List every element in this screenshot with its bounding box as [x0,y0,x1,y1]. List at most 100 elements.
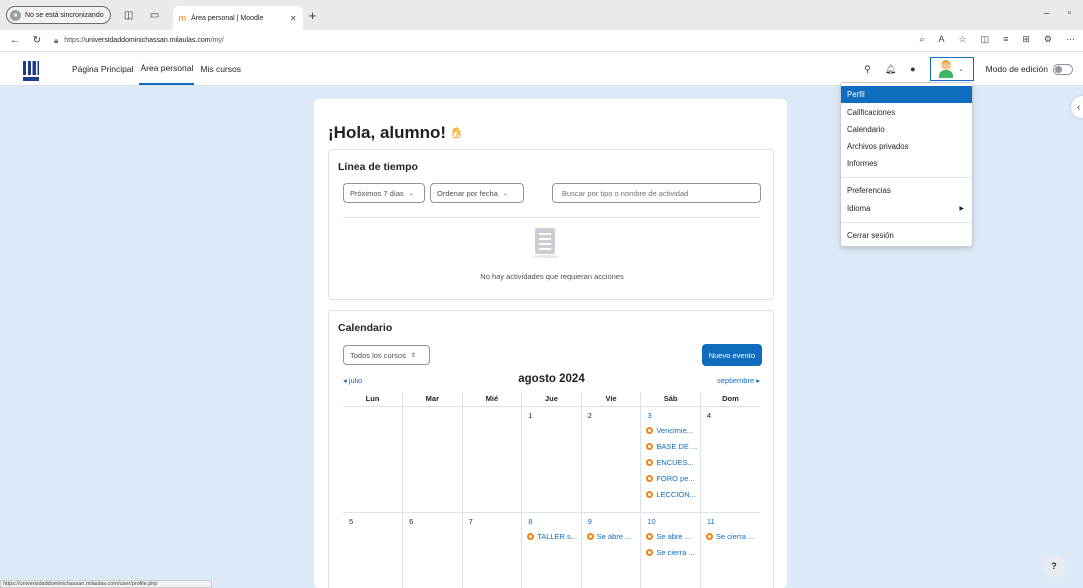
menu-item-profile[interactable]: Perfil [841,86,972,103]
minimize-icon[interactable]: – [1044,8,1050,19]
menu-item-private-files[interactable]: Archivos privados [841,138,972,155]
favorite-star-icon[interactable]: ☆ [959,34,967,45]
weekday-header: Mar [402,392,463,407]
collections-icon[interactable]: ⊞ [1022,34,1030,45]
chevron-down-icon: ⌄ [958,66,965,73]
timeline-sort-select[interactable]: Ordenar por fecha ⌄ [430,183,524,203]
calendar-day[interactable]: 10 Se abre ... Se cierra ... [640,511,701,588]
event-dot-icon [705,533,713,540]
search-icon[interactable]: ⚲ [864,64,871,75]
close-tab-icon[interactable]: ✕ [290,14,297,23]
next-month-link[interactable]: septiembre ▸ [717,376,760,385]
nav-my-courses[interactable]: Mis cursos [199,52,242,85]
calendar-day[interactable]: 3 Vencimie... BASE DE ... ENCUES... FORO… [640,405,701,513]
open-block-drawer-icon[interactable]: ‹ [1071,96,1083,118]
menu-item-reports[interactable]: Informes [841,155,972,172]
calendar-day[interactable]: 6 [402,511,463,588]
chevron-updown-icon: ⇕ [410,352,416,359]
event-dot-icon [646,459,654,466]
back-icon[interactable]: ← [8,35,22,46]
no-activities-icon [533,228,559,258]
calendar-event[interactable]: Se abre ... [586,529,641,545]
navbar-user-area: ⚲ 🔔︎ ● ⌄ Modo de edición [864,52,1073,86]
chevron-down-icon: ⌄ [502,190,508,197]
lock-icon[interactable]: 🔒︎ [54,36,58,46]
day-number: 2 [587,410,592,420]
edit-mode-toggle[interactable]: Modo de edición [986,63,1073,75]
new-tab-button[interactable]: + [309,8,317,23]
day-number-link[interactable]: 11 [707,517,760,526]
menu-divider [841,222,972,223]
workspaces-icon[interactable]: ◫ [121,7,137,23]
extensions-icon[interactable]: ⚙ [1044,34,1052,45]
day-number-link[interactable]: 9 [588,517,641,526]
menu-item-calendar[interactable]: Calendario [841,121,972,138]
split-screen-icon[interactable]: ◫ [981,34,990,45]
calendar-event[interactable]: TALLER s... [527,529,581,545]
event-label: Se cierra ... [715,532,755,541]
user-menu-toggle[interactable]: ⌄ [929,57,974,81]
calendar-day[interactable]: 11 Se cierra ... [699,511,760,588]
primary-navigation: Página Principal Área personal Mis curso… [71,52,242,85]
calendar-event[interactable]: Se cierra ... [646,545,700,561]
timeline-search-input[interactable]: Buscar por tipo o nombre de actividad [552,183,761,203]
menu-item-grades[interactable]: Calificaciones [841,104,972,121]
calendar-event[interactable]: Se abre ... [646,529,700,545]
favorites-list-icon[interactable]: ≡ [1003,34,1008,45]
main-content-card: ¡Hola, alumno! ✋︎ Línea de tiempo Próximo… [314,99,787,588]
url-path: /my/ [210,37,224,44]
help-button[interactable]: ? [1043,555,1065,577]
calendar-day[interactable]: 8 TALLER s... [521,511,582,588]
calendar-day[interactable]: 2 [580,405,642,513]
timeline-range-select[interactable]: Próximos 7 días ⌄ [343,183,425,203]
browser-tab-active[interactable]: m Área personal | Moodle ✕ [172,6,303,30]
menu-divider [841,177,972,178]
calendar-event[interactable]: BASE DE ... [646,439,700,455]
more-icon[interactable]: ⋯ [1066,34,1075,45]
messages-icon[interactable]: ● [910,64,915,74]
day-number: 7 [468,516,473,526]
sync-status-button[interactable]: ● No se está sincronizando [6,6,111,24]
menu-item-language[interactable]: Idioma ▶ [841,200,972,217]
calendar-day[interactable]: 7 [461,511,523,588]
sync-status-label: No se está sincronizando [25,11,104,19]
event-dot-icon [646,533,654,540]
url-field[interactable]: 🔒︎ https://universidaddominichassan.mila… [54,36,224,46]
calendar-event[interactable]: FORO pe... [646,471,700,487]
event-label: LECCIÓN... [656,490,696,499]
restore-icon[interactable]: ▫ [1067,8,1071,19]
browser-status-url: https://universidaddominichassan.milaula… [0,580,212,588]
tab-actions-icon[interactable]: ▭ [147,7,163,23]
new-event-button[interactable]: Nuevo evento [701,344,762,366]
calendar-event[interactable]: LECCIÓN... [646,487,700,503]
calendar-day[interactable]: 9 Se abre ... [580,511,642,588]
notifications-bell-icon[interactable]: 🔔︎ [885,64,896,75]
nav-home[interactable]: Página Principal [71,52,134,85]
event-dot-icon [646,443,654,450]
search-page-icon[interactable]: ⌕ [919,34,924,45]
calendar-day[interactable]: 5 [343,511,404,588]
calendar-event[interactable]: ENCUES... [646,455,700,471]
window-controls: – ▫ [1044,8,1071,19]
day-number-link[interactable]: 3 [647,411,700,420]
calendar-week: 5 6 7 8 TALLER s... 9 Se abre ... 10 Se … [343,511,760,588]
timeline-title: Línea de tiempo [338,161,418,173]
event-dot-icon [646,491,654,498]
chevron-right-icon: ▶ [959,206,964,212]
weekday-header: Vie [580,392,642,407]
calendar-day[interactable]: 1 [521,405,582,513]
menu-item-preferences[interactable]: Preferencias [841,182,972,199]
day-number-link[interactable]: 10 [647,517,700,526]
nav-dashboard[interactable]: Área personal [139,52,195,85]
menu-item-logout[interactable]: Cerrar sesión [841,227,972,244]
day-number-link[interactable]: 8 [528,517,581,526]
reload-icon[interactable]: ↻ [30,35,44,46]
calendar-course-select[interactable]: Todos los cursos ⇕ [343,345,430,365]
event-dot-icon [646,427,654,434]
calendar-event[interactable]: Vencimie... [646,423,700,439]
university-logo[interactable] [22,57,40,81]
calendar-event[interactable]: Se cierra ... [705,529,760,545]
edit-mode-switch[interactable] [1053,63,1073,75]
calendar-day[interactable]: 4 [699,405,760,513]
read-aloud-icon[interactable]: A [939,34,945,45]
